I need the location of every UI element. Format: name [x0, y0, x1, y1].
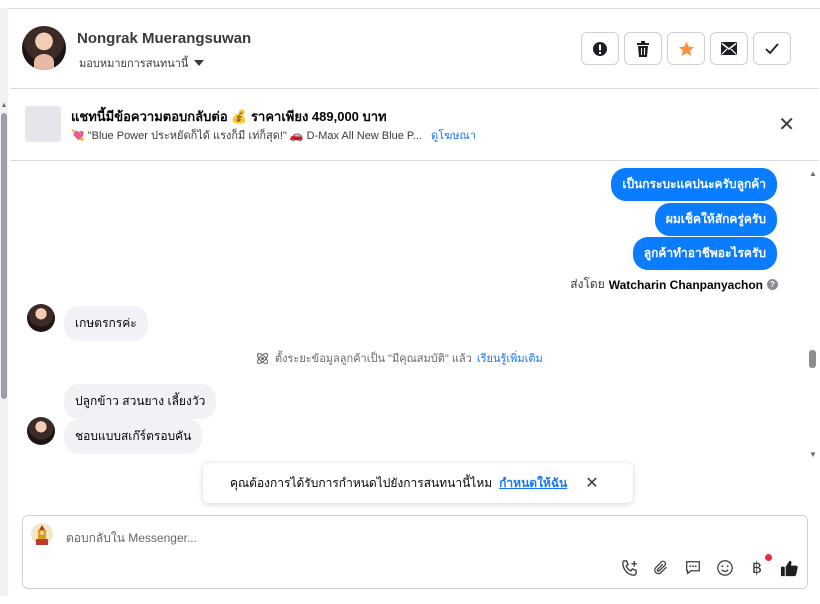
notification-dot: [765, 554, 772, 561]
delete-button[interactable]: [624, 32, 662, 65]
assign-label: มอบหมายการสนทนานี้: [79, 58, 189, 70]
outgoing-message[interactable]: ผมเช็คให้สักครู่ครับ: [654, 203, 777, 236]
incoming-message[interactable]: ปลูกข้าว สวนยาง เลี้ยงวัว: [64, 384, 217, 419]
page-avatar-icon: [31, 523, 53, 545]
sent-by-label: ส่งโดย Watcharin Chanpanyachon ?: [570, 275, 778, 294]
composer-tools: ฿: [619, 554, 799, 578]
close-icon[interactable]: ✕: [778, 115, 795, 135]
caret-down-icon: [194, 60, 205, 66]
scroll-up-arrow-icon[interactable]: ▲: [0, 102, 8, 110]
saved-reply-icon: [686, 561, 700, 575]
header-actions: [581, 32, 791, 65]
mark-unread-button[interactable]: [710, 32, 748, 65]
system-note-text: ตั้งระยะข้อมูลลูกค้าเป็น "มีคุณสมบัติ" แ…: [275, 353, 472, 365]
outgoing-message[interactable]: ลูกค้าทำอาชีพอะไรครับ: [632, 237, 777, 270]
ad-thumbnail: [25, 106, 61, 142]
trash-icon: [637, 40, 649, 57]
payment-button[interactable]: ฿: [747, 554, 772, 578]
ad-title: แชทนี้มีข้อความตอบกลับต่อ 💰 ราคาเพียง 48…: [71, 109, 387, 124]
sent-by-prefix: ส่งโดย: [570, 277, 605, 291]
mail-icon: [721, 42, 737, 55]
contact-avatar-small: [27, 417, 55, 445]
toast-text: คุณต้องการได้รับการกำหนดไปยังการสนทนานี้…: [230, 475, 493, 490]
sender-name: Watcharin Chanpanyachon: [608, 277, 763, 292]
reply-composer[interactable]: ตอบกลับใน Messenger... ฿: [22, 515, 808, 589]
contact-name[interactable]: Nongrak Muerangsuwan: [77, 30, 251, 47]
scroll-up-arrow-icon[interactable]: ▲: [808, 169, 818, 178]
ad-subtitle: 💘 "Blue Power ประหยัดก็ได้ แรงก็มี เท่ก็…: [71, 130, 422, 142]
ad-subtitle-row: 💘 "Blue Power ประหยัดก็ได้ แรงก็มี เท่ก็…: [71, 126, 476, 144]
thread-scrollbar[interactable]: ▲ ▼: [808, 161, 818, 463]
paperclip-icon: [654, 560, 667, 575]
phone-plus-icon: [621, 559, 637, 576]
left-scrollbar-thumb[interactable]: [1, 113, 7, 399]
help-icon[interactable]: ?: [767, 279, 778, 290]
left-scrollbar[interactable]: ▲: [0, 8, 8, 596]
thread-scrollbar-thumb[interactable]: [809, 350, 816, 368]
incoming-message[interactable]: ชอบแบบสเก๊ร์ตรอบคัน: [64, 419, 203, 454]
ad-context-banner: แชทนี้มีข้อความตอบกลับต่อ 💰 ราคาเพียง 48…: [10, 89, 819, 161]
baht-icon: ฿: [751, 560, 763, 577]
conversation-header: Nongrak Muerangsuwan มอบหมายการสนทนานี้: [10, 8, 819, 89]
atom-icon: [256, 352, 269, 364]
saved-reply-button[interactable]: [683, 558, 703, 578]
view-ad-link[interactable]: ดูโฆษณา: [431, 130, 476, 142]
incoming-message[interactable]: เกษตรกรค่ะ: [64, 306, 148, 341]
outgoing-message[interactable]: เป็นกระบะแคปนะครับลูกค้า: [611, 168, 777, 201]
mark-done-button[interactable]: [753, 32, 791, 65]
report-button[interactable]: [581, 32, 619, 65]
learn-more-link[interactable]: เรียนรู้เพิ่มเติม: [477, 349, 543, 367]
star-button[interactable]: [667, 32, 705, 65]
like-button[interactable]: [779, 558, 799, 578]
contact-avatar[interactable]: [22, 26, 66, 70]
message-thread[interactable]: เป็นกระบะแคปนะครับลูกค้า ผมเช็คให้สักครู…: [10, 161, 808, 463]
report-icon: [593, 41, 607, 56]
check-icon: [765, 42, 779, 54]
close-icon[interactable]: ✕: [585, 473, 598, 493]
call-button[interactable]: [619, 558, 639, 578]
message-input[interactable]: ตอบกลับใน Messenger...: [66, 529, 197, 548]
scroll-down-arrow-icon[interactable]: ▼: [808, 450, 818, 459]
assign-prompt-toast: คุณต้องการได้รับการกำหนดไปยังการสนทนานี้…: [203, 463, 633, 503]
emoji-icon: [717, 560, 733, 576]
emoji-button[interactable]: [715, 558, 735, 578]
system-note: ตั้งระยะข้อมูลลูกค้าเป็น "มีคุณสมบัติ" แ…: [255, 349, 543, 367]
attach-button[interactable]: [651, 558, 671, 578]
contact-avatar-small: [27, 304, 55, 332]
assign-conversation-dropdown[interactable]: มอบหมายการสนทนานี้: [79, 54, 205, 72]
assign-to-me-link[interactable]: กำหนดให้ฉัน: [499, 474, 567, 493]
star-icon: [678, 41, 694, 56]
thumbs-up-icon: [780, 560, 798, 576]
